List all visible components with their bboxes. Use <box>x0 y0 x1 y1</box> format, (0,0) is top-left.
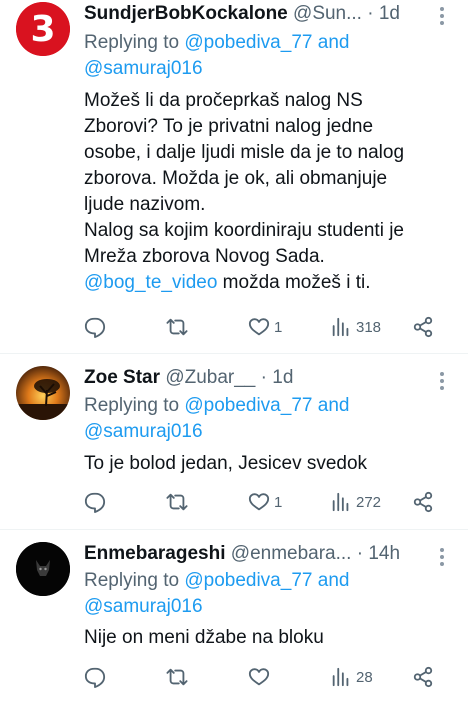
dark-figure-avatar <box>16 542 70 596</box>
tweet-text: možda možeš i ti. <box>217 272 371 293</box>
like-icon <box>248 493 270 511</box>
tweet[interactable]: 3 SundjerBobKockalone @Sun... · 1d Reply… <box>0 0 468 353</box>
user-handle[interactable]: @Zubar__ <box>165 367 255 388</box>
replying-to: Replying to @pobediva_77 and @samuraj016 <box>84 393 448 445</box>
reply-button[interactable] <box>84 315 106 339</box>
tweet-text-line: Možeš li da pročeprkaš nalog NS <box>84 90 363 111</box>
display-name[interactable]: SundjerBobKockalone <box>84 3 288 24</box>
tweet-actions: 28 <box>84 665 444 689</box>
tweet-body: To je bolod jedan, Jesicev svedok <box>84 451 448 477</box>
display-name[interactable]: Enmebarageshi <box>84 543 226 564</box>
replying-to: Replying to @pobediva_77 and @samuraj016 <box>84 568 448 620</box>
reply-icon <box>84 492 106 513</box>
more-icon[interactable] <box>440 372 444 393</box>
channel-logo-icon: 3 <box>16 2 70 56</box>
tweet-text-line: zborova. Možda je ok, ali obmanjuje <box>84 168 388 189</box>
like-icon <box>248 668 270 686</box>
share-button[interactable] <box>412 490 434 514</box>
mention-link[interactable]: @pobediva_77 <box>184 32 312 53</box>
reply-button[interactable] <box>84 490 106 514</box>
reply-icon <box>84 667 106 688</box>
mention-link[interactable]: @pobediva_77 <box>184 570 312 591</box>
views-button[interactable]: 318 <box>330 315 381 339</box>
and-label: and <box>317 395 350 416</box>
mention-link[interactable]: @bog_te_video <box>84 272 217 293</box>
avatar[interactable] <box>16 366 70 420</box>
tweet-actions: 1 318 <box>84 315 444 339</box>
tweet-text-line: Zborovi? To je privatni nalog jedne <box>84 116 374 137</box>
views-button[interactable]: 272 <box>330 490 381 514</box>
like-button[interactable]: 1 <box>248 490 282 514</box>
like-button[interactable] <box>248 665 274 689</box>
views-icon <box>332 667 349 687</box>
retweet-icon <box>166 668 188 686</box>
tweet[interactable]: Enmebarageshi @enmebara... · 14h Replyin… <box>0 530 468 710</box>
and-label: and <box>317 32 350 53</box>
tweet-text-line: Mreža zborova Novog Sada. <box>84 246 325 267</box>
display-name[interactable]: Zoe Star <box>84 367 160 388</box>
replying-label: Replying to <box>84 395 180 416</box>
tweet-actions: 1 272 <box>84 490 444 514</box>
mention-link[interactable]: @samuraj016 <box>84 421 203 442</box>
share-button[interactable] <box>412 315 434 339</box>
timestamp[interactable]: · 1d <box>261 367 294 388</box>
tweet-text-line: Nije on meni džabe na bloku <box>84 627 324 648</box>
timestamp[interactable]: · 1d <box>367 3 400 24</box>
avatar[interactable] <box>16 542 70 596</box>
tweet-header: Zoe Star @Zubar__ · 1d <box>84 366 428 390</box>
tweet-text-line: @bog_te_video možda možeš i ti. <box>84 270 448 296</box>
view-count: 28 <box>356 668 373 686</box>
like-count: 1 <box>274 318 283 336</box>
tweet-body: Možeš li da pročeprkaš nalog NS Zborovi?… <box>84 88 448 296</box>
user-handle[interactable]: @Sun... <box>293 3 362 24</box>
tweet-header: SundjerBobKockalone @Sun... · 1d <box>84 2 428 26</box>
view-count: 318 <box>356 318 382 336</box>
like-button[interactable]: 1 <box>248 315 282 339</box>
tweet-text-line: ljude nazivom. <box>84 194 206 215</box>
view-count: 272 <box>356 493 382 511</box>
tweet-text-line: To je bolod jedan, Jesicev svedok <box>84 453 368 474</box>
svg-text:3: 3 <box>30 9 55 50</box>
more-icon[interactable] <box>440 548 444 569</box>
retweet-button[interactable] <box>166 490 188 514</box>
tweet-text-line: osobe, i dalje ljudi misle da je to nalo… <box>84 142 405 163</box>
user-handle[interactable]: @enmebara... <box>231 543 352 564</box>
like-icon <box>248 318 270 336</box>
mention-link[interactable]: @samuraj016 <box>84 596 203 617</box>
like-count: 1 <box>274 493 283 511</box>
more-icon[interactable] <box>440 7 444 28</box>
reply-icon <box>84 317 106 338</box>
share-icon <box>413 491 433 513</box>
replying-label: Replying to <box>84 32 180 53</box>
mention-link[interactable]: @samuraj016 <box>84 58 203 79</box>
views-icon <box>332 317 349 337</box>
tweet-text-line: Nalog sa kojim koordiniraju studenti je <box>84 220 404 241</box>
retweet-button[interactable] <box>166 665 188 689</box>
avatar[interactable]: 3 <box>16 2 70 56</box>
sunset-tree-photo <box>16 366 70 420</box>
tweet-header: Enmebarageshi @enmebara... · 14h <box>84 542 428 566</box>
and-label: and <box>317 570 350 591</box>
tweet[interactable]: Zoe Star @Zubar__ · 1d Replying to @pobe… <box>0 354 468 529</box>
share-icon <box>413 666 433 688</box>
timestamp[interactable]: · 14h <box>357 543 400 564</box>
reply-button[interactable] <box>84 665 106 689</box>
share-button[interactable] <box>412 665 434 689</box>
replying-to: Replying to @pobediva_77 and @samuraj016 <box>84 30 448 82</box>
retweet-icon <box>166 318 188 336</box>
tweet-body: Nije on meni džabe na bloku <box>84 625 448 651</box>
mention-link[interactable]: @pobediva_77 <box>184 395 312 416</box>
views-icon <box>332 492 349 512</box>
retweet-button[interactable] <box>166 315 188 339</box>
replying-label: Replying to <box>84 570 180 591</box>
retweet-icon <box>166 493 188 511</box>
share-icon <box>413 316 433 338</box>
views-button[interactable]: 28 <box>330 665 373 689</box>
